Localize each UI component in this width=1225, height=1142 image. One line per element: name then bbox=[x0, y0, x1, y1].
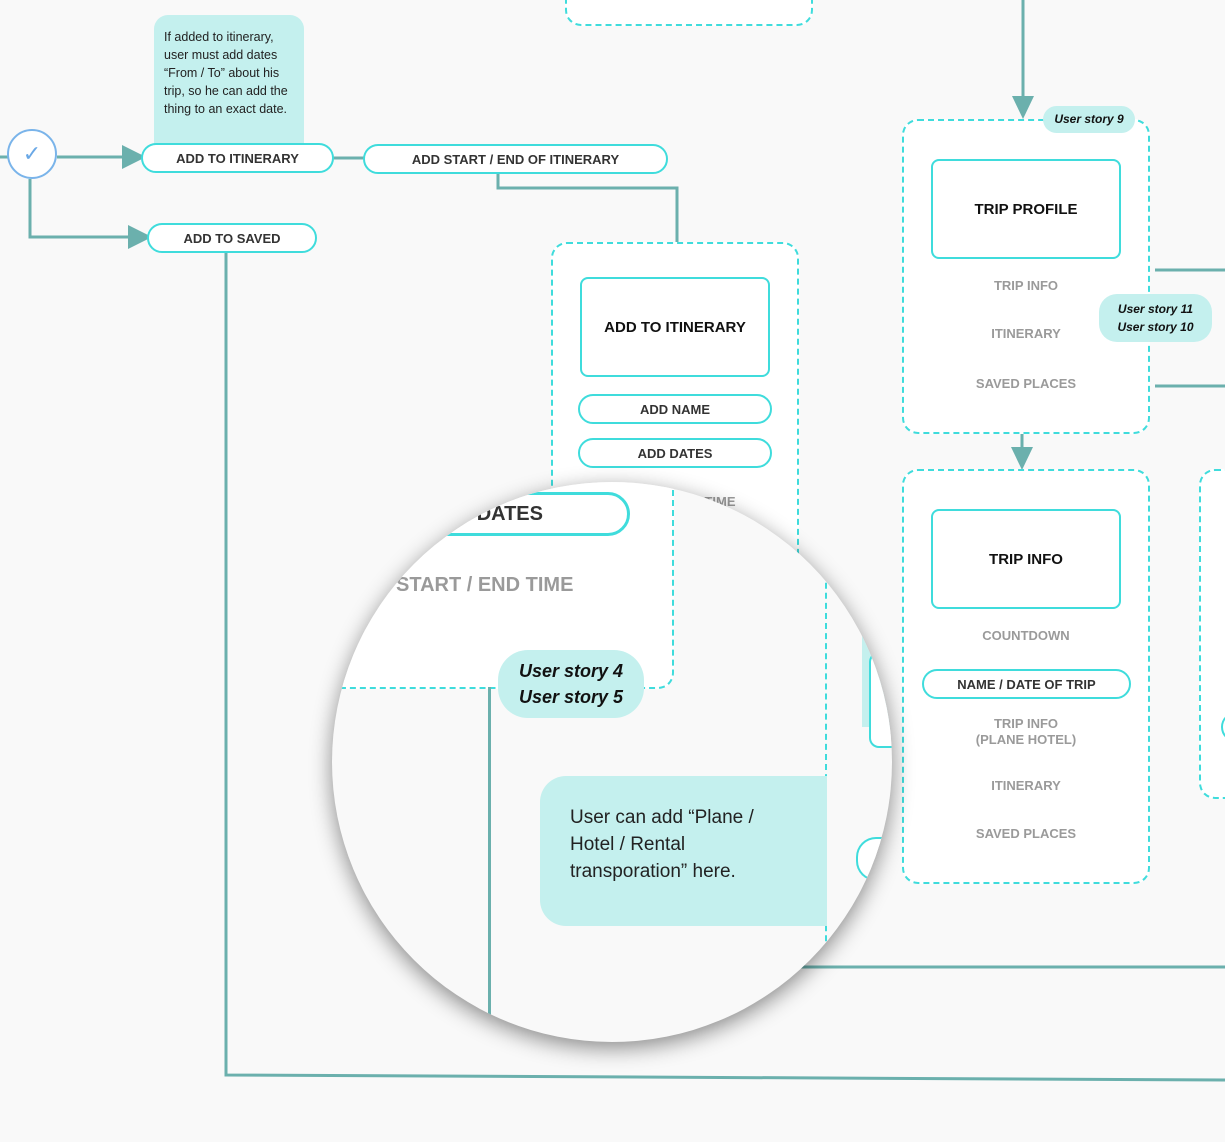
trip-info-saved-places-label: SAVED PLACES bbox=[975, 826, 1077, 841]
story-badge-9: User story 9 bbox=[1043, 106, 1135, 133]
offscreen-right-group bbox=[1199, 469, 1225, 799]
mag-story-4: User story 4 bbox=[518, 661, 624, 681]
add-start-end-node[interactable]: ADD START / END OF ITINERARY bbox=[363, 144, 668, 174]
arrowhead-trip-info bbox=[1011, 447, 1033, 470]
add-to-itinerary-node[interactable]: ADD TO ITINERARY bbox=[141, 143, 334, 173]
trip-profile-item-itinerary[interactable]: ITINERARY bbox=[926, 326, 1126, 342]
mag-story-5: User story 5 bbox=[518, 687, 624, 707]
trip-info-line-2: (PLANE HOTEL) bbox=[975, 732, 1077, 747]
countdown-label: COUNTDOWN bbox=[982, 628, 1070, 643]
trip-profile-item-saved-places[interactable]: SAVED PLACES bbox=[926, 376, 1126, 392]
magnifier-lens: DATES START / END TIME User story 4 User… bbox=[332, 482, 892, 1042]
story-10-label: User story 10 bbox=[1117, 320, 1194, 334]
offscreen-screen-box bbox=[565, 0, 813, 26]
trip-profile-item-trip-info[interactable]: TRIP INFO bbox=[926, 278, 1126, 294]
add-itinerary-screen[interactable]: ADD TO ITINERARY bbox=[580, 277, 770, 377]
mag-right-dashed bbox=[825, 482, 827, 1042]
itinerary-dates-note: If added to itinerary, user must add dat… bbox=[154, 15, 304, 147]
mag-connector bbox=[488, 687, 491, 1042]
trip-info-itinerary-label: ITINERARY bbox=[991, 778, 1061, 793]
mag-add-dates-pill: DATES bbox=[332, 492, 630, 536]
add-to-saved-node[interactable]: ADD TO SAVED bbox=[147, 223, 317, 253]
story-badge-11-10: User story 11 User story 10 bbox=[1099, 294, 1212, 342]
connector-startend-screen bbox=[496, 173, 679, 243]
mag-right-pill bbox=[856, 837, 892, 881]
check-icon: ✓ bbox=[22, 141, 42, 166]
trip-info-line-1: TRIP INFO bbox=[993, 716, 1059, 731]
mag-note-text: User can add “Plane / Hotel / Rental tra… bbox=[570, 807, 754, 882]
trip-info-screen[interactable]: TRIP INFO bbox=[931, 509, 1121, 609]
arrowhead-trip-profile bbox=[1012, 96, 1034, 119]
note-text: If added to itinerary, user must add dat… bbox=[164, 30, 288, 116]
mag-transport-note: User can add “Plane / Hotel / Rental tra… bbox=[540, 776, 827, 926]
mag-start-end-time: START / END TIME bbox=[396, 574, 574, 596]
add-dates-node[interactable]: ADD DATES bbox=[578, 438, 772, 468]
add-name-node[interactable]: ADD NAME bbox=[578, 394, 772, 424]
connector-to-saved bbox=[28, 179, 130, 239]
story-11-label: User story 11 bbox=[1117, 302, 1194, 316]
mag-dates-text: DATES bbox=[476, 502, 543, 525]
name-date-node[interactable]: NAME / DATE OF TRIP bbox=[922, 669, 1131, 699]
trip-info-plane-hotel-label: TRIP INFO (PLANE HOTEL) bbox=[926, 716, 1126, 748]
mag-story-badge-4-5: User story 4 User story 5 bbox=[498, 650, 644, 718]
mag-right-screen bbox=[869, 652, 892, 748]
decision-node[interactable]: ✓ bbox=[7, 129, 57, 179]
trip-profile-screen[interactable]: TRIP PROFILE bbox=[931, 159, 1121, 259]
